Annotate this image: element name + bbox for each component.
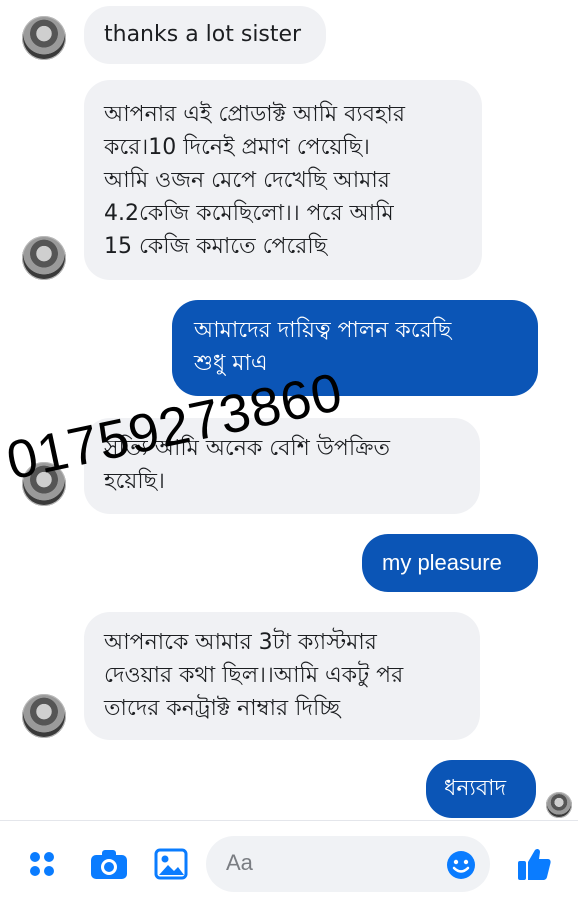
incoming-message[interactable]: আপনাকে আমার 3টা ক্যাস্টমার দেওয়ার কথা ছ… [84,612,480,740]
emoji-icon[interactable] [446,850,476,880]
contact-avatar[interactable] [22,694,66,738]
gallery-icon[interactable] [154,848,188,880]
outgoing-message[interactable]: ধন্যবাদ [426,760,536,818]
apps-icon[interactable] [28,850,56,878]
contact-avatar[interactable] [22,236,66,280]
message-input-placeholder: Aa [226,850,253,875]
thumbs-up-icon[interactable] [516,846,552,882]
read-receipt-avatar [546,792,572,818]
outgoing-message[interactable]: my pleasure [362,534,538,592]
incoming-message[interactable]: thanks a lot sister [84,6,326,64]
incoming-message[interactable]: আপনার এই প্রোডাক্ট আমি ব্যবহার করে।10 দি… [84,80,482,280]
camera-icon[interactable] [90,848,128,880]
contact-avatar[interactable] [22,16,66,60]
